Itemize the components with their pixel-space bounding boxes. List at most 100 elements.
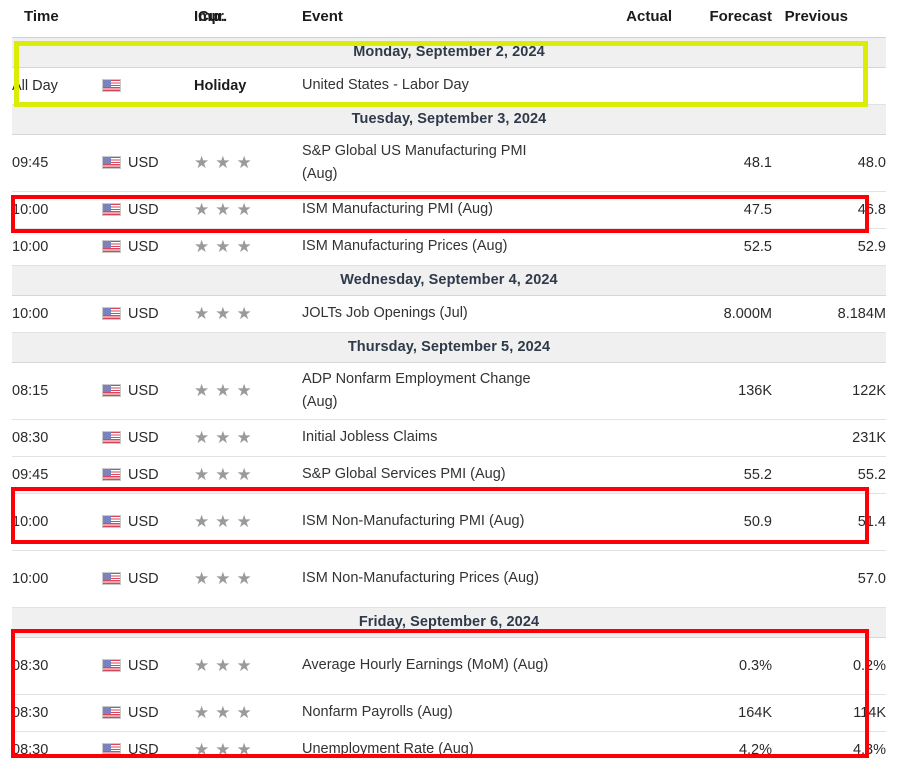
date-section-label: Wednesday, September 4, 2024 (12, 265, 886, 296)
cell-importance: ★ ★ ★ (194, 456, 302, 494)
table-row[interactable]: 09:45 USD ★ ★ ★ S&P Global US Manufacturing P… (12, 134, 886, 192)
star-icon: ★ (215, 153, 231, 172)
table-row[interactable]: 08:30 USD ★ ★ ★ Average Hourly Earnings (MoM)… (12, 637, 886, 695)
cell-event-name[interactable]: United States - Labor Day (302, 67, 564, 105)
us-flag-icon (102, 468, 121, 481)
table-row[interactable]: 08:30 USD ★ ★ ★ Initial Jobless Claims 231K (12, 419, 886, 457)
cell-currency: USD (102, 731, 194, 766)
cell-time: 08:15 (12, 362, 102, 420)
cell-forecast-value: 8.000M (676, 295, 772, 333)
cell-time: 10:00 (12, 295, 102, 333)
cell-currency: USD (102, 637, 194, 695)
cell-time: 10:00 (12, 550, 102, 608)
cell-forecast-value: 4.2% (676, 731, 772, 766)
date-section-header: Tuesday, September 3, 2024 (12, 104, 886, 135)
table-row[interactable]: 10:00 USD ★ ★ ★ JOLTs Job Openings (Jul) 8.000… (12, 295, 886, 333)
cell-previous-value: 52.9 (772, 228, 886, 266)
table-row[interactable]: 10:00 USD ★ ★ ★ ISM Manufacturing PMI (Aug) 47… (12, 191, 886, 229)
cell-event-name[interactable]: ADP Nonfarm Employment Change (Aug) (302, 362, 564, 420)
us-flag-icon (102, 431, 121, 444)
us-flag-icon (102, 156, 121, 169)
cell-actual-value (564, 456, 676, 494)
cell-event-name[interactable]: Nonfarm Payrolls (Aug) (302, 694, 564, 732)
currency-code: USD (128, 306, 159, 322)
cell-event-name[interactable]: Initial Jobless Claims (302, 419, 564, 457)
currency-code: USD (128, 155, 159, 171)
us-flag-icon (102, 706, 121, 719)
cell-currency: USD (102, 694, 194, 732)
currency-code: USD (128, 705, 159, 721)
importance-stars: ★ ★ ★ (194, 201, 258, 219)
star-icon: ★ (236, 703, 252, 722)
star-icon: ★ (194, 153, 210, 172)
table-row[interactable]: 09:45 USD ★ ★ ★ S&P Global Services PMI (Aug)… (12, 456, 886, 494)
column-header-actual[interactable]: Actual (564, 0, 676, 38)
date-section-header: Wednesday, September 4, 2024 (12, 265, 886, 296)
cell-forecast-value: 164K (676, 694, 772, 732)
column-header-importance[interactable]: Imp. (194, 0, 302, 38)
currency-code: USD (128, 383, 159, 399)
currency-code: USD (128, 742, 159, 758)
us-flag-icon (102, 659, 121, 672)
star-icon: ★ (236, 569, 252, 588)
cell-event-name[interactable]: ISM Non-Manufacturing Prices (Aug) (302, 550, 564, 608)
table-row[interactable]: 08:30 USD ★ ★ ★ Unemployment Rate (Aug) 4.2% 4.… (12, 731, 886, 766)
cell-event-name[interactable]: Unemployment Rate (Aug) (302, 731, 564, 766)
importance-stars: ★ ★ ★ (194, 154, 258, 172)
date-section-label: Friday, September 6, 2024 (12, 607, 886, 638)
economic-calendar-table: Time Cur. Imp. Event Actual Forecast Pre… (12, 0, 886, 766)
star-icon: ★ (194, 200, 210, 219)
table-row[interactable]: 10:00 USD ★ ★ ★ ISM Non-Manufacturing Prices … (12, 550, 886, 608)
cell-event-name[interactable]: JOLTs Job Openings (Jul) (302, 295, 564, 333)
cell-currency: USD (102, 550, 194, 608)
currency-code: USD (128, 430, 159, 446)
holiday-label: Holiday (194, 78, 247, 94)
column-header-event[interactable]: Event (302, 0, 564, 38)
star-icon: ★ (215, 465, 231, 484)
star-icon: ★ (194, 381, 210, 400)
cell-actual-value (564, 228, 676, 266)
column-header-previous[interactable]: Previous (772, 0, 886, 38)
column-header-currency[interactable]: Cur. (102, 0, 227, 38)
star-icon: ★ (194, 237, 210, 256)
cell-actual-value (564, 67, 676, 105)
date-section-header: Thursday, September 5, 2024 (12, 332, 886, 363)
table-row[interactable]: 10:00 USD ★ ★ ★ ISM Manufacturing Prices (Aug… (12, 228, 886, 266)
cell-currency: USD (102, 134, 194, 192)
column-header-time[interactable]: Time (12, 0, 102, 38)
importance-stars: ★ ★ ★ (194, 657, 258, 675)
cell-event-name[interactable]: S&P Global Services PMI (Aug) (302, 456, 564, 494)
star-icon: ★ (194, 656, 210, 675)
cell-event-name[interactable]: ISM Non-Manufacturing PMI (Aug) (302, 493, 564, 551)
importance-stars: ★ ★ ★ (194, 741, 258, 759)
importance-stars: ★ ★ ★ (194, 466, 258, 484)
star-icon: ★ (236, 512, 252, 531)
table-row[interactable]: 08:30 USD ★ ★ ★ Nonfarm Payrolls (Aug) 164K 114… (12, 694, 886, 732)
cell-event-name[interactable]: Average Hourly Earnings (MoM) (Aug) (302, 637, 564, 695)
cell-event-name[interactable]: S&P Global US Manufacturing PMI (Aug) (302, 134, 564, 192)
currency-code: USD (128, 239, 159, 255)
cell-previous-value: 8.184M (772, 295, 886, 333)
cell-importance: ★ ★ ★ (194, 419, 302, 457)
currency-code: USD (128, 658, 159, 674)
cell-currency: USD (102, 295, 194, 333)
cell-previous-value: 114K (772, 694, 886, 732)
star-icon: ★ (194, 703, 210, 722)
table-row[interactable]: 08:15 USD ★ ★ ★ ADP Nonfarm Employment Change… (12, 362, 886, 420)
column-header-forecast[interactable]: Forecast (676, 0, 772, 38)
cell-importance: ★ ★ ★ (194, 228, 302, 266)
cell-forecast-value (676, 67, 772, 105)
cell-event-name[interactable]: ISM Manufacturing PMI (Aug) (302, 191, 564, 229)
star-icon: ★ (236, 304, 252, 323)
cell-forecast-value: 55.2 (676, 456, 772, 494)
cell-actual-value (564, 493, 676, 551)
table-row[interactable]: All Day Holiday United States - Labor Day (12, 67, 886, 105)
cell-previous-value: 231K (772, 419, 886, 457)
cell-event-name[interactable]: ISM Manufacturing Prices (Aug) (302, 228, 564, 266)
cell-currency: USD (102, 228, 194, 266)
cell-importance: ★ ★ ★ (194, 191, 302, 229)
cell-currency (102, 67, 194, 105)
star-icon: ★ (215, 703, 231, 722)
table-row[interactable]: 10:00 USD ★ ★ ★ ISM Non-Manufacturing PMI (Au… (12, 493, 886, 551)
cell-time: 09:45 (12, 456, 102, 494)
